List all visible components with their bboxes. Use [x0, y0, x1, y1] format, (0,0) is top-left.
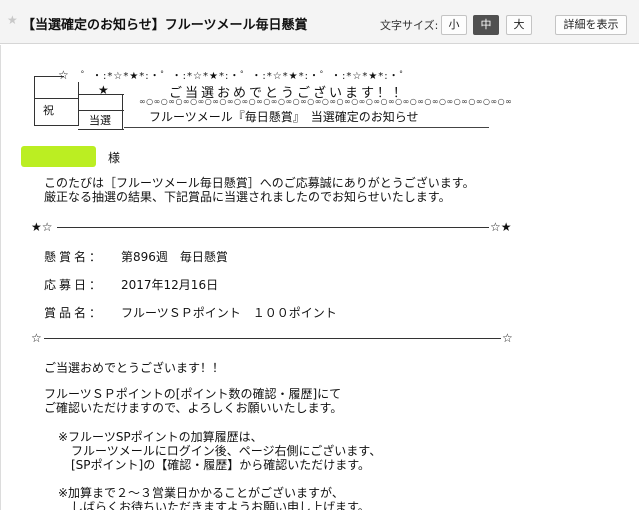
celebrate-glyph: 祝 [43, 104, 54, 117]
dot-ornament: ∞○∞○∞○∞○∞○∞○∞○∞○∞○∞○∞○∞○∞○∞○∞○∞○∞○∞○∞○∞○… [139, 97, 513, 106]
star-outline-icon: ☆ [58, 68, 69, 82]
notice-subtitle: フルーツメール『毎日懸賞』 当選確定のお知らせ [149, 110, 419, 124]
star-filled-icon: ★ [98, 83, 109, 97]
rule-stars-right: ☆★ [490, 220, 512, 234]
message-body: ☆ ★ 祝 当選 ゜・:*☆*★*:・゜・:*☆*★*:・゜・:*☆*★*:・゜… [0, 45, 639, 510]
divider-top [57, 227, 489, 228]
prize-field-value: フルーツＳＰポイント １００ポイント [121, 306, 337, 320]
favorite-star-icon[interactable]: ★ [7, 14, 18, 26]
star-ornament: ゜・:*☆*★*:・゜・:*☆*★*:・゜・:*☆*★*:・゜・:*☆*★*:・… [81, 71, 411, 82]
divider-bottom [44, 338, 501, 339]
recipient-name-redacted [21, 146, 96, 167]
note1-line-3: [SPポイント]の【確認・履歴】から確認いただけます。 [71, 458, 371, 472]
intro-line-1: このたびは［フルーツメール毎日懸賞］へのご応募誠にありがとうございます。 [44, 176, 475, 190]
congrats-text: ご当選おめでとうございます！！ [44, 361, 225, 375]
show-details-button[interactable]: 詳細を表示 [555, 15, 627, 35]
recipient-suffix: 様 [108, 151, 121, 165]
rule-stars-left: ★☆ [31, 220, 53, 234]
subtitle-underline [124, 127, 489, 128]
note2-line-2: しばらくお待ちいただきますようお願い申し上げます。 [71, 500, 370, 510]
star-outline-icon: ☆ [31, 331, 42, 345]
font-size-label: 文字サイズ: [380, 19, 439, 32]
star-outline-icon: ☆ [502, 331, 513, 345]
prize-field-label: 賞品名： [44, 306, 105, 320]
note1-line-2: フルーツメールにログイン後、ページ右側にございます、 [71, 444, 382, 458]
prize-field-value: 2017年12月16日 [121, 278, 219, 292]
win-glyph: 当選 [89, 114, 111, 127]
prize-field-label: 応募日： [44, 278, 105, 292]
message-subject: 【当選確定のお知らせ】フルーツメール毎日懸賞 [22, 18, 308, 33]
prize-field-label: 懸賞名： [44, 250, 105, 264]
font-size-large-button[interactable]: 大 [506, 15, 532, 35]
font-size-medium-button[interactable]: 中 [473, 15, 499, 35]
font-size-small-button[interactable]: 小 [441, 15, 467, 35]
intro-line-2: 厳正なる抽選の結果、下記賞品に当選されましたのでお知らせいたします。 [44, 190, 451, 204]
points-line-1: フルーツＳＰポイントの[ポイント数の確認・履歴]にて [44, 387, 342, 401]
note1-line-1: ※フルーツSPポイントの加算履歴は、 [58, 430, 263, 444]
message-header: ★ 【当選確定のお知らせ】フルーツメール毎日懸賞 文字サイズ: 小 中 大 詳細… [0, 0, 639, 44]
prize-field-value: 第896週 毎日懸賞 [121, 250, 228, 264]
points-line-2: ご確認いただけますので、よろしくお願いいたします。 [44, 401, 343, 415]
note2-line-1: ※加算まで２～３営業日かかることがございますが、 [58, 486, 344, 500]
